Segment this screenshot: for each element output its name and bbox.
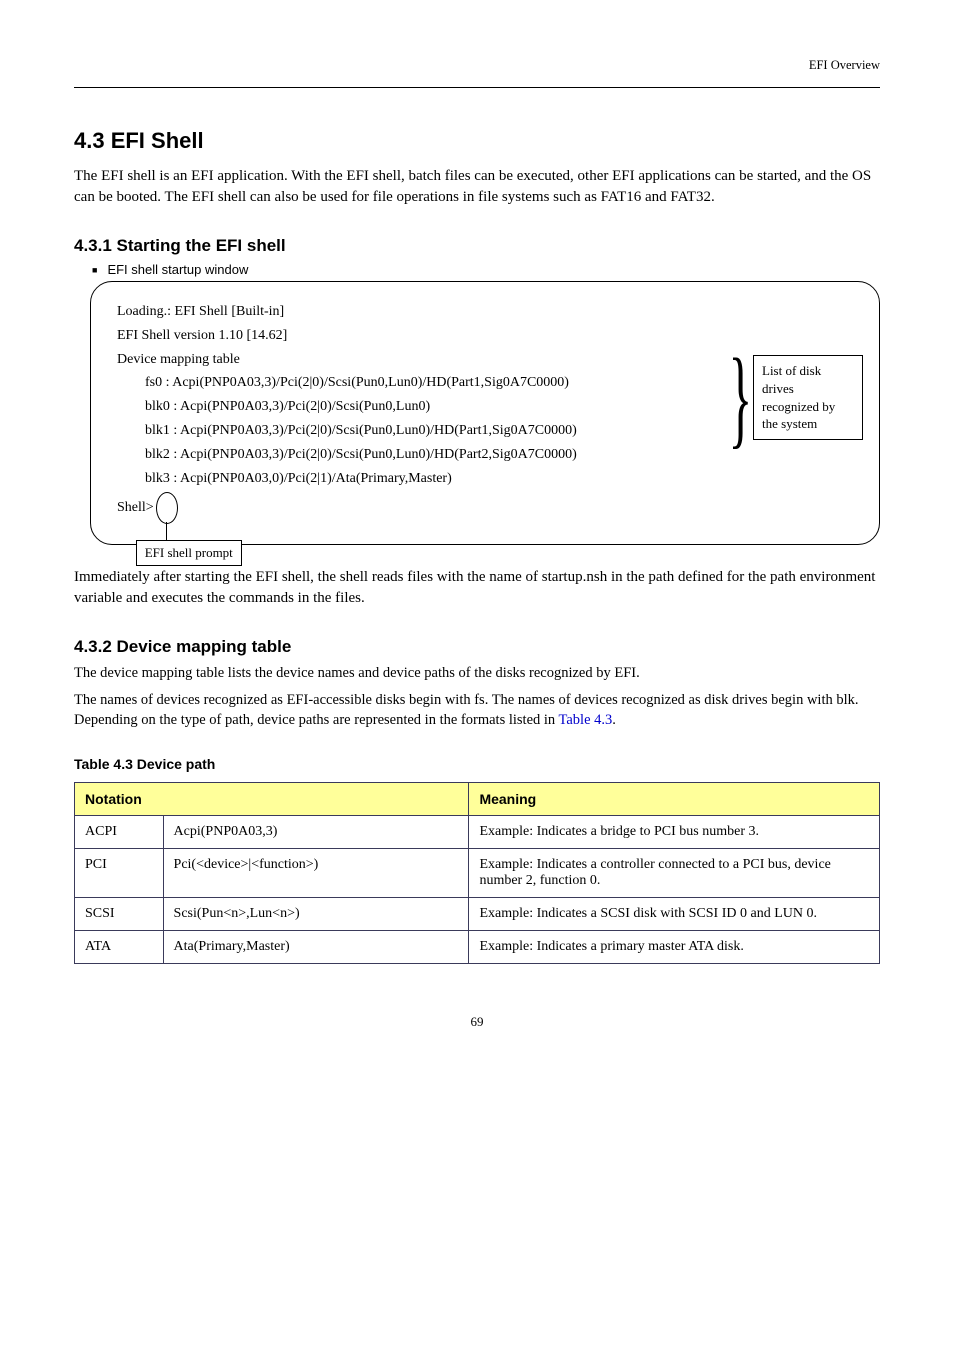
right-brace-icon: }	[729, 348, 753, 447]
cell-name: SCSI	[75, 898, 164, 931]
cell-meaning: Example: Indicates a controller connecte…	[469, 849, 880, 898]
cell-example: Scsi(Pun<n>,Lun<n>)	[163, 898, 469, 931]
section-title: 4.3 EFI Shell	[74, 128, 880, 154]
cell-meaning: Example: Indicates a SCSI disk with SCSI…	[469, 898, 880, 931]
square-bullet-icon: ■	[92, 265, 97, 275]
brace-annotation: } List of disk drives recognized by the …	[714, 348, 863, 447]
cell-example: Pci(<device>|<function>)	[163, 849, 469, 898]
subsection-starting-shell: 4.3.1 Starting the EFI shell	[74, 236, 880, 256]
cell-name: ACPI	[75, 816, 164, 849]
device-path-table: Notation Meaning ACPI Acpi(PNP0A03,3) Ex…	[74, 782, 880, 964]
cell-meaning: Example: Indicates a primary master ATA …	[469, 931, 880, 964]
after-console-paragraph: Immediately after starting the EFI shell…	[74, 567, 880, 609]
console-bubble-wrap: Loading.: EFI Shell [Built-in] EFI Shell…	[90, 281, 880, 545]
shell-prompt-text: Shell>	[117, 500, 154, 516]
devmap-desc2: The names of devices recognized as EFI-a…	[74, 690, 880, 731]
subsection-device-mapping: 4.3.2 Device mapping table	[74, 637, 880, 657]
intro-paragraph: The EFI shell is an EFI application. Wit…	[74, 166, 880, 208]
cell-example: Acpi(PNP0A03,3)	[163, 816, 469, 849]
circle-callout-icon	[156, 492, 178, 524]
table-row: ATA Ata(Primary,Master) Example: Indicat…	[75, 931, 880, 964]
console-line: blk3 : Acpi(PNP0A03,0)/Pci(2|1)/Ata(Prim…	[117, 467, 859, 491]
console-bubble: Loading.: EFI Shell [Built-in] EFI Shell…	[90, 281, 880, 545]
table-row: SCSI Scsi(Pun<n>,Lun<n>) Example: Indica…	[75, 898, 880, 931]
table-caption: Table 4.3 Device path	[74, 756, 880, 772]
prompt-callout: EFI shell prompt	[156, 492, 178, 524]
console-line: Loading.: EFI Shell [Built-in]	[117, 300, 859, 324]
cell-name: PCI	[75, 849, 164, 898]
prompt-label-box: EFI shell prompt	[136, 540, 242, 566]
th-meaning: Meaning	[469, 783, 880, 816]
table-row: PCI Pci(<device>|<function>) Example: In…	[75, 849, 880, 898]
bullet-startup-window: ■ EFI shell startup window	[92, 262, 880, 277]
devmap-desc2a: The names of devices recognized as EFI-a…	[74, 692, 859, 728]
shell-prompt-row: Shell> EFI shell prompt	[117, 492, 859, 524]
devmap-desc2b: .	[612, 712, 616, 728]
table-row: ACPI Acpi(PNP0A03,3) Example: Indicates …	[75, 816, 880, 849]
table-ref-link[interactable]: Table 4.3	[559, 712, 613, 728]
page-header: EFI Overview	[74, 56, 880, 88]
header-right: EFI Overview	[809, 58, 880, 73]
cell-meaning: Example: Indicates a bridge to PCI bus n…	[469, 816, 880, 849]
annotation-box: List of disk drives recognized by the sy…	[753, 355, 863, 439]
page-number: 69	[74, 1014, 880, 1030]
th-notation: Notation	[75, 783, 469, 816]
cell-name: ATA	[75, 931, 164, 964]
cell-example: Ata(Primary,Master)	[163, 931, 469, 964]
bullet-label: EFI shell startup window	[107, 262, 248, 277]
devmap-desc1: The device mapping table lists the devic…	[74, 663, 880, 683]
